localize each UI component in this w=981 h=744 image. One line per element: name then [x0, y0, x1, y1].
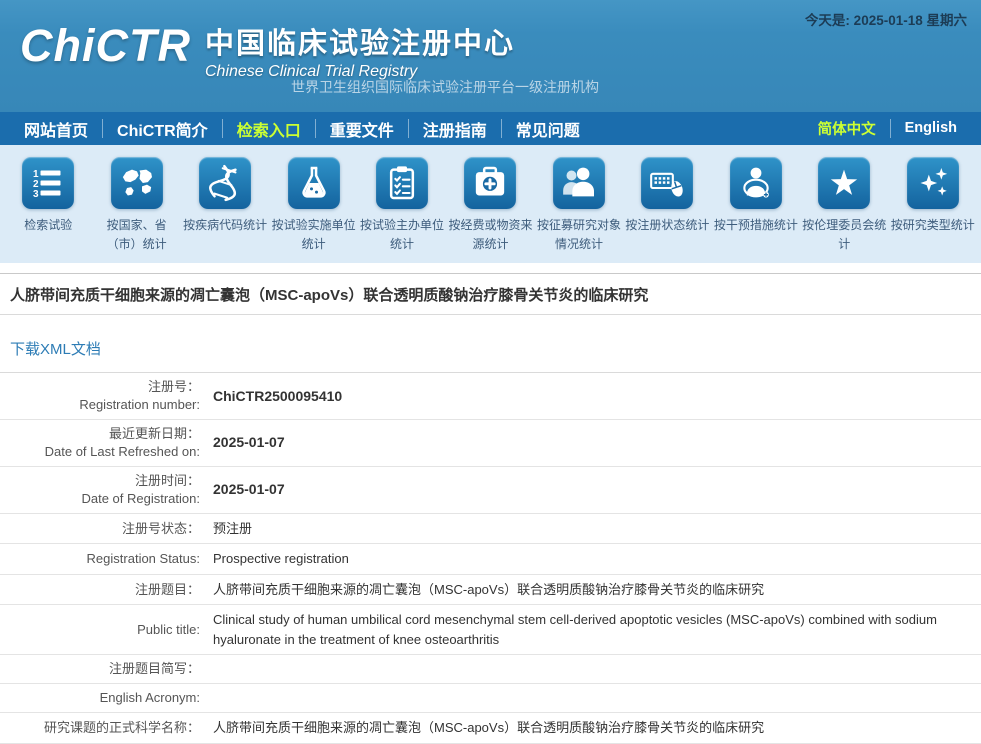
- toolbar-item-world-map[interactable]: 按国家、省（市）统计: [92, 157, 180, 263]
- row-label: 注册号：Registration number:: [0, 378, 200, 414]
- main-nav: 网站首页ChiCTR简介检索入口重要文件注册指南常见问题 简体中文English: [0, 112, 981, 145]
- xml-row: 下载XML文档: [0, 325, 981, 373]
- row-label: English Acronym:: [0, 689, 200, 707]
- clipboard-check-icon: [376, 157, 428, 209]
- download-xml-link[interactable]: 下载XML文档: [10, 341, 101, 358]
- row-value: 人脐带间充质干细胞来源的凋亡囊泡（MSC-apoVs）联合透明质酸钠治疗膝骨关节…: [200, 718, 780, 738]
- toolbar-item-label: 按研究类型统计: [891, 216, 975, 235]
- row-label-zh: 研究课题的正式科学名称：: [0, 719, 200, 737]
- nav-item[interactable]: 常见问题: [501, 119, 594, 139]
- table-row: 注册题目：人脐带间充质干细胞来源的凋亡囊泡（MSC-apoVs）联合透明质酸钠治…: [0, 575, 981, 606]
- who-subtitle: 世界卫生组织国际临床试验注册平台一级注册机构: [291, 77, 599, 97]
- row-value: 人脐带间充质干细胞来源的凋亡囊泡（MSC-apoVs）联合透明质酸钠治疗膝骨关节…: [200, 580, 780, 600]
- site-header: 今天是: 2025-01-18 星期六 ChiCTR 中国临床试验注册中心 Ch…: [0, 0, 981, 112]
- toolbar-item-sparkles[interactable]: 按研究类型统计: [889, 157, 977, 263]
- nav-item[interactable]: ChiCTR简介: [102, 119, 222, 139]
- row-label-zh: 注册题目：: [0, 581, 200, 599]
- table-row: 注册号：Registration number:ChiCTR2500095410: [0, 373, 981, 420]
- toolbar-item-label: 按伦理委员会统计: [800, 216, 888, 254]
- row-label: Registration Status:: [0, 550, 200, 568]
- row-value: 2025-01-07: [200, 432, 301, 453]
- stats-toolbar: 123 检索试验 按国家、省（市）统计按疾病代码统计按试验实施单位统计按试验主办单位…: [0, 145, 981, 263]
- brand: ChiCTR 中国临床试验注册中心 Chinese Clinical Trial…: [20, 18, 515, 81]
- table-row: 注册号状态：预注册: [0, 514, 981, 545]
- site-title-zh: 中国临床试验注册中心: [205, 20, 515, 62]
- row-label-zh: 最近更新日期：: [0, 425, 200, 443]
- table-row: Registration Status:Prospective registra…: [0, 544, 981, 575]
- world-map-icon: [111, 157, 163, 209]
- row-label-zh: 注册号状态：: [0, 520, 200, 538]
- flask-icon: [288, 157, 340, 209]
- today-date: 今天是: 2025-01-18 星期六: [805, 9, 967, 29]
- language-switch: 简体中文English: [804, 112, 971, 145]
- row-value: 预注册: [200, 519, 268, 539]
- toolbar-item-flask[interactable]: 按试验实施单位统计: [269, 157, 357, 263]
- keyboard-mouse-icon: [641, 157, 693, 209]
- toolbar-item-label: 按征募研究对象情况统计: [535, 216, 623, 254]
- chictr-logo[interactable]: ChiCTR: [20, 18, 191, 74]
- sparkles-icon: [907, 157, 959, 209]
- info-table: 注册号：Registration number:ChiCTR2500095410…: [0, 373, 981, 744]
- table-row: Public title:Clinical study of human umb…: [0, 605, 981, 655]
- toolbar-item-label: 按经费或物资来源统计: [446, 216, 534, 254]
- row-label-zh: 注册题目简写：: [0, 660, 200, 678]
- row-label-en: Registration Status:: [0, 550, 200, 568]
- toolbar-item-star[interactable]: 按伦理委员会统计: [800, 157, 888, 263]
- row-value: ChiCTR2500095410: [200, 386, 358, 407]
- table-row: 研究课题的正式科学名称：人脐带间充质干细胞来源的凋亡囊泡（MSC-apoVs）联…: [0, 713, 981, 744]
- toolbar-item-doctor[interactable]: 按干预措施统计: [712, 157, 800, 263]
- medkit-icon: [464, 157, 516, 209]
- numbered-list-icon: 123: [22, 157, 74, 209]
- row-label-en: Public title:: [0, 621, 200, 639]
- toolbar-item-numbered-list[interactable]: 123 检索试验: [4, 157, 92, 263]
- trial-detail: 人脐带间充质干细胞来源的凋亡囊泡（MSC-apoVs）联合透明质酸钠治疗膝骨关节…: [0, 273, 981, 744]
- nav-item[interactable]: 重要文件: [315, 119, 408, 139]
- row-label: 最近更新日期：Date of Last Refreshed on:: [0, 425, 200, 461]
- toolbar-item-label: 按国家、省（市）统计: [92, 216, 180, 254]
- toolbar-item-label: 按疾病代码统计: [183, 216, 267, 235]
- people-group-icon: [553, 157, 605, 209]
- table-row: 注册题目简写：: [0, 655, 981, 684]
- table-row: 注册时间：Date of Registration:2025-01-07: [0, 467, 981, 514]
- toolbar-item-dna[interactable]: 按疾病代码统计: [181, 157, 269, 263]
- row-label: 注册号状态：: [0, 520, 200, 538]
- brand-titles: 中国临床试验注册中心 Chinese Clinical Trial Regist…: [205, 18, 515, 81]
- row-label-zh: 注册号：: [0, 378, 200, 396]
- language-option[interactable]: 简体中文: [804, 119, 890, 139]
- language-option[interactable]: English: [890, 119, 971, 139]
- row-label-en: Date of Registration:: [0, 490, 200, 508]
- row-label-zh: 注册时间：: [0, 472, 200, 490]
- row-label-en: English Acronym:: [0, 689, 200, 707]
- row-value: 2025-01-07: [200, 479, 301, 500]
- doctor-icon: [730, 157, 782, 209]
- row-label-en: Date of Last Refreshed on:: [0, 443, 200, 461]
- page-title: 人脐带间充质干细胞来源的凋亡囊泡（MSC-apoVs）联合透明质酸钠治疗膝骨关节…: [0, 273, 981, 315]
- row-label: 研究课题的正式科学名称：: [0, 719, 200, 737]
- svg-text:3: 3: [33, 189, 39, 200]
- table-row: English Acronym:: [0, 684, 981, 713]
- nav-item[interactable]: 注册指南: [408, 119, 501, 139]
- star-icon: [818, 157, 870, 209]
- row-label: Public title:: [0, 621, 200, 639]
- toolbar-item-label: 按注册状态统计: [625, 216, 709, 235]
- main-nav-list: 网站首页ChiCTR简介检索入口重要文件注册指南常见问题: [10, 112, 594, 145]
- row-label: 注册题目简写：: [0, 660, 200, 678]
- toolbar-item-label: 按干预措施统计: [714, 216, 798, 235]
- toolbar-item-label: 按试验实施单位统计: [269, 216, 357, 254]
- nav-item[interactable]: 检索入口: [222, 119, 315, 139]
- row-value: Clinical study of human umbilical cord m…: [200, 610, 981, 649]
- nav-item[interactable]: 网站首页: [10, 119, 102, 139]
- row-label-en: Registration number:: [0, 396, 200, 414]
- toolbar-item-keyboard-mouse[interactable]: 按注册状态统计: [623, 157, 711, 263]
- row-label: 注册题目：: [0, 581, 200, 599]
- toolbar-item-label: 检索试验: [24, 216, 72, 235]
- toolbar-item-clipboard-check[interactable]: 按试验主办单位统计: [358, 157, 446, 263]
- row-label: 注册时间：Date of Registration:: [0, 472, 200, 508]
- toolbar-item-label: 按试验主办单位统计: [358, 216, 446, 254]
- row-value: Prospective registration: [200, 549, 365, 569]
- dna-icon: [199, 157, 251, 209]
- table-row: 最近更新日期：Date of Last Refreshed on:2025-01…: [0, 420, 981, 467]
- toolbar-item-people-group[interactable]: 按征募研究对象情况统计: [535, 157, 623, 263]
- toolbar-item-medkit[interactable]: 按经费或物资来源统计: [446, 157, 534, 263]
